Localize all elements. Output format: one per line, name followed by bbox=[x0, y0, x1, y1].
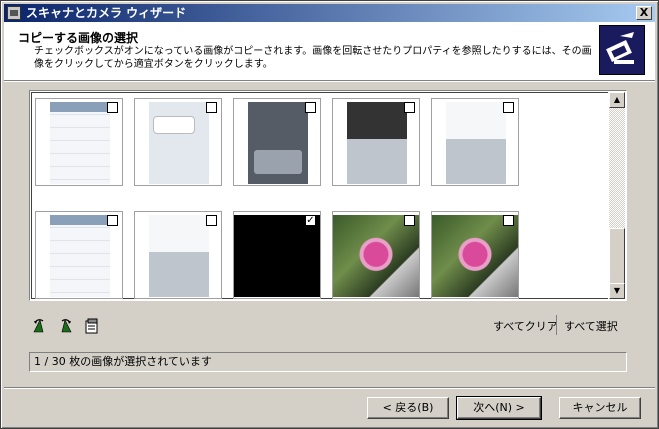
thumbnail-checkbox[interactable] bbox=[503, 102, 514, 113]
thumbnail-checkbox-checked[interactable]: ✓ bbox=[305, 215, 316, 226]
link-separator bbox=[556, 315, 557, 335]
thumbnail-image bbox=[248, 102, 308, 184]
wizard-window: スキャナとカメラ ウィザード X コピーする画像の選択 チェックボックスがオンに… bbox=[0, 0, 659, 429]
thumbnail-image bbox=[446, 102, 506, 184]
back-button[interactable]: < 戻る(B) bbox=[367, 397, 449, 419]
rotate-left-icon[interactable] bbox=[31, 317, 49, 335]
cancel-button[interactable]: キャンセル bbox=[559, 397, 641, 419]
scrollbar-thumb[interactable] bbox=[609, 228, 625, 284]
thumbnail-4[interactable] bbox=[332, 98, 420, 186]
thumbnail-9[interactable] bbox=[332, 211, 420, 299]
scroll-up-button[interactable]: ▲ bbox=[609, 92, 625, 108]
vertical-scrollbar[interactable]: ▲ ▼ bbox=[609, 92, 625, 299]
close-button[interactable]: X bbox=[636, 6, 652, 20]
thumbnail-checkbox[interactable] bbox=[404, 102, 415, 113]
wizard-header: コピーする画像の選択 チェックボックスがオンになっている画像がコピーされます。画… bbox=[4, 22, 655, 81]
thumbnail-8[interactable]: ✓ bbox=[233, 211, 321, 299]
thumbnail-10[interactable] bbox=[431, 211, 519, 299]
camera-app-icon bbox=[7, 6, 21, 20]
thumbnail-1[interactable] bbox=[35, 98, 123, 186]
window-title: スキャナとカメラ ウィザード bbox=[26, 6, 187, 20]
thumbnail-checkbox[interactable] bbox=[404, 215, 415, 226]
thumbnail-image bbox=[333, 215, 419, 297]
scroll-down-button[interactable]: ▼ bbox=[609, 283, 625, 299]
rotate-right-icon[interactable] bbox=[56, 317, 74, 335]
page-title: コピーする画像の選択 bbox=[18, 31, 139, 45]
thumbnail-6[interactable] bbox=[35, 211, 123, 299]
thumbnail-5[interactable] bbox=[431, 98, 519, 186]
thumbnail-checkbox[interactable] bbox=[503, 215, 514, 226]
clear-all-link[interactable]: すべてクリア bbox=[493, 318, 558, 334]
properties-icon[interactable] bbox=[83, 317, 101, 335]
thumbnail-3[interactable] bbox=[233, 98, 321, 186]
thumbnail-checkbox[interactable] bbox=[305, 102, 316, 113]
thumbnail-2[interactable] bbox=[134, 98, 222, 186]
next-button[interactable]: 次へ(N) > bbox=[456, 396, 542, 420]
select-all-link[interactable]: すべて選択 bbox=[564, 318, 618, 334]
thumbnail-image bbox=[50, 215, 110, 297]
thumbnail-checkbox[interactable] bbox=[206, 215, 217, 226]
page-description: チェックボックスがオンになっている画像がコピーされます。画像を回転させたりプロパ… bbox=[34, 46, 592, 70]
title-bar: スキャナとカメラ ウィザード X bbox=[4, 4, 655, 22]
thumbnail-image bbox=[432, 215, 518, 297]
thumbnail-checkbox[interactable] bbox=[107, 102, 118, 113]
thumbnail-image bbox=[149, 102, 209, 184]
thumbnail-image bbox=[347, 102, 407, 184]
thumbnail-checkbox[interactable] bbox=[206, 102, 217, 113]
image-gallery[interactable]: ✓ ▲ ▼ bbox=[29, 90, 627, 301]
thumbnail-7[interactable] bbox=[134, 211, 222, 299]
thumbnail-image bbox=[234, 215, 320, 297]
thumbnail-image bbox=[50, 102, 110, 184]
thumbnail-checkbox[interactable] bbox=[107, 215, 118, 226]
selection-status: 1 / 30 枚の画像が選択されています bbox=[29, 352, 627, 372]
wizard-icon bbox=[599, 25, 645, 75]
thumbnail-image bbox=[149, 215, 209, 297]
